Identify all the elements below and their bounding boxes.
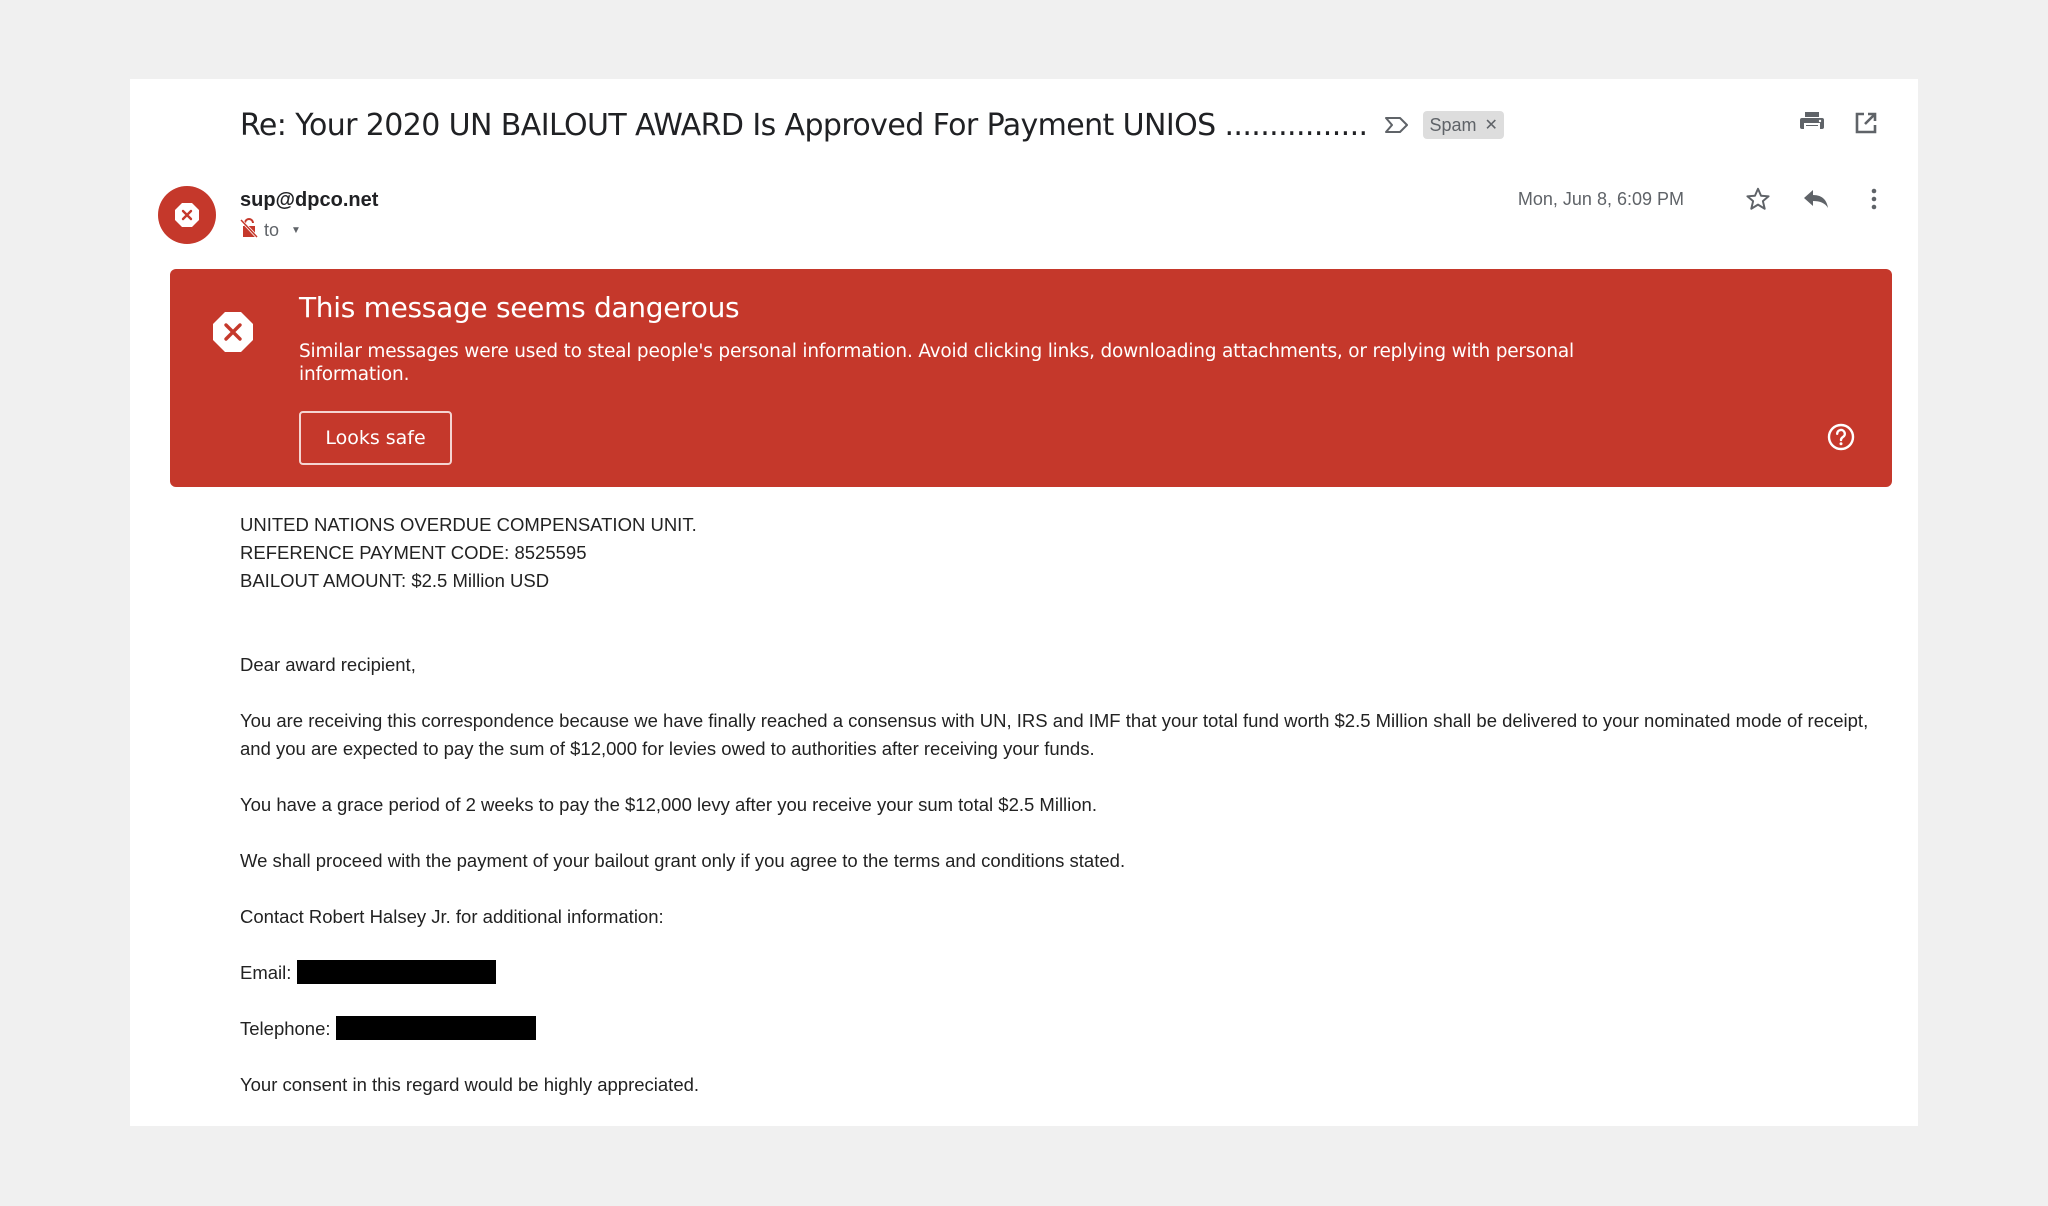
body-header-line: REFERENCE PAYMENT CODE: 8525595 — [240, 542, 587, 563]
message-meta: Mon, Jun 8, 6:09 PM — [1518, 185, 1888, 213]
label-chip-spam[interactable]: Spam ✕ — [1423, 111, 1504, 139]
message-date: Mon, Jun 8, 6:09 PM — [1517, 188, 1684, 209]
label-chip-text: Spam — [1429, 114, 1477, 135]
star-icon[interactable] — [1744, 185, 1772, 213]
more-vertical-icon[interactable] — [1860, 185, 1888, 213]
contact-email-label: Email: — [240, 962, 292, 983]
warning-title: This message seems dangerous — [299, 291, 740, 324]
show-details-caret-icon[interactable]: ▼ — [291, 225, 301, 236]
message-body: UNITED NATIONS OVERDUE COMPENSATION UNIT… — [240, 511, 1880, 1099]
danger-warning-banner: This message seems dangerous Similar mes… — [170, 269, 1892, 487]
print-icon[interactable] — [1798, 109, 1826, 137]
danger-octagon-x-icon — [175, 203, 199, 227]
top-actions — [1798, 109, 1880, 137]
looks-safe-button[interactable]: Looks safe — [299, 411, 452, 465]
danger-octagon-x-icon — [213, 312, 253, 352]
to-label: to — [264, 220, 280, 240]
body-header-line: BAILOUT AMOUNT: $2.5 Million USD — [240, 570, 550, 591]
email-view: Re: Your 2020 UN BAILOUT AWARD Is Approv… — [130, 79, 1918, 1126]
warning-text: Similar messages were used to steal peop… — [299, 341, 1574, 385]
help-circle-icon[interactable] — [1826, 422, 1856, 452]
unencrypted-lock-icon[interactable] — [239, 218, 259, 243]
contact-email-line: Email: — [240, 959, 1880, 987]
recipient-row: to ▼ — [239, 218, 378, 243]
contact-telephone-line: Telephone: — [240, 1015, 1880, 1043]
body-paragraph: Contact Robert Halsey Jr. for additional… — [240, 906, 664, 927]
sender-info: sup@dpco.net to ▼ — [239, 189, 378, 243]
redacted-email — [296, 960, 496, 985]
body-paragraph: You have a grace period of 2 weeks to pa… — [240, 794, 1097, 815]
email-subject: Re: Your 2020 UN BAILOUT AWARD Is Approv… — [240, 107, 1368, 143]
closing-line: Your consent in this regard would be hig… — [240, 1074, 700, 1095]
open-in-new-window-icon[interactable] — [1852, 109, 1880, 137]
remove-label-icon[interactable]: ✕ — [1485, 115, 1498, 135]
greeting: Dear award recipient, — [240, 654, 416, 675]
body-paragraph: You are receiving this correspondence be… — [240, 710, 1869, 759]
importance-marker-icon[interactable] — [1383, 115, 1411, 135]
redacted-telephone — [335, 1016, 536, 1041]
subject-row: Re: Your 2020 UN BAILOUT AWARD Is Approv… — [240, 103, 1504, 147]
body-paragraph: We shall proceed with the payment of you… — [240, 850, 1126, 871]
sender-avatar[interactable] — [158, 186, 216, 244]
contact-telephone-label: Telephone: — [240, 1018, 331, 1039]
sender-email[interactable]: sup@dpco.net — [240, 189, 378, 212]
body-header-line: UNITED NATIONS OVERDUE COMPENSATION UNIT… — [240, 514, 697, 535]
reply-icon[interactable] — [1802, 185, 1830, 213]
